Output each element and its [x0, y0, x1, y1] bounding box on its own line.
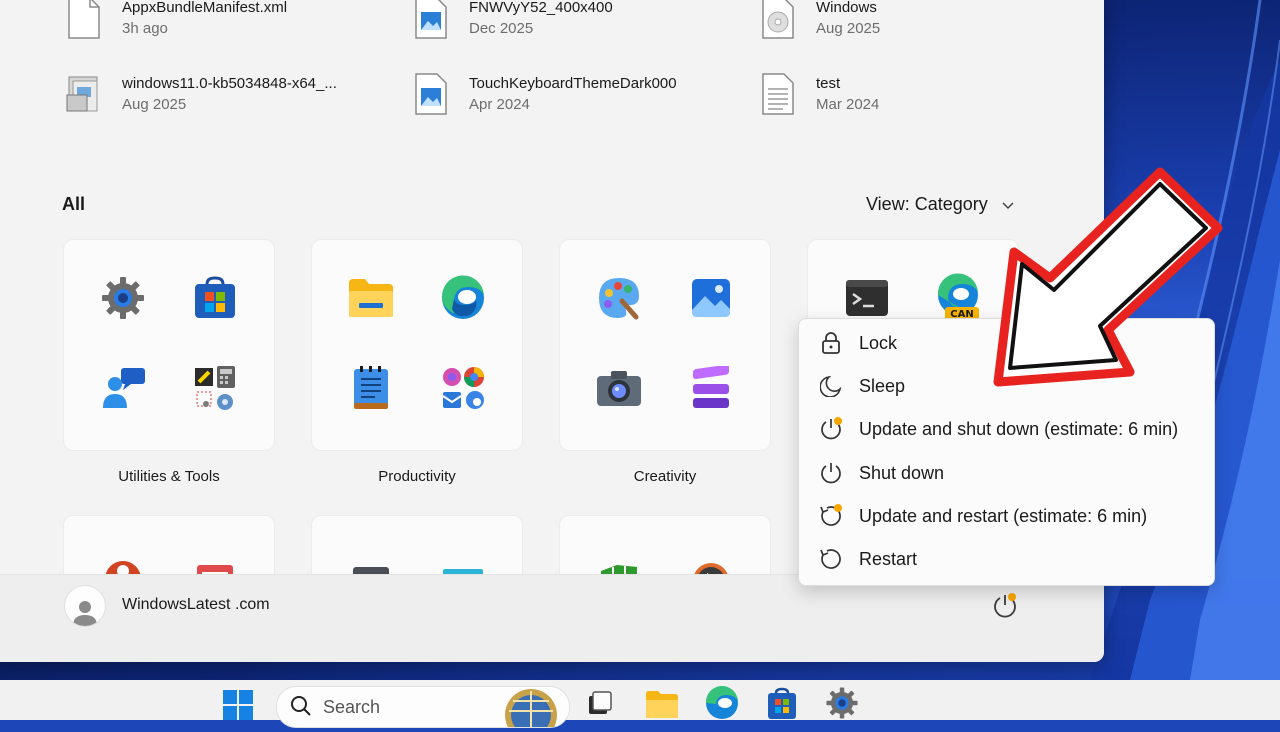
power-option-label: Update and shut down (estimate: 6 min)	[859, 418, 1179, 439]
taskbar: Search	[0, 680, 1280, 732]
clipchamp-icon[interactable]	[685, 362, 737, 414]
category-utilities-tools[interactable]: Utilities & Tools	[63, 239, 275, 485]
file-date: Dec 2025	[469, 20, 534, 37]
view-label: View: Category	[866, 194, 988, 214]
file-date: Mar 2024	[816, 96, 880, 113]
power-update-icon	[817, 415, 845, 443]
file-name: Windows	[816, 0, 877, 16]
lock-icon	[817, 329, 845, 357]
file-explorer-icon[interactable]	[642, 686, 682, 720]
file-name: FNWVyY52_400x400	[469, 0, 613, 16]
microsoft-store-icon[interactable]	[762, 686, 802, 720]
search-icon	[289, 694, 313, 723]
category-label: Productivity	[378, 468, 456, 485]
recent-file-item[interactable]: test Mar 2024	[758, 66, 1078, 122]
terminal-icon[interactable]	[841, 272, 893, 324]
user-name[interactable]: WindowsLatest .com	[122, 596, 270, 614]
document-icon	[64, 0, 104, 40]
category-label: Utilities & Tools	[118, 468, 220, 485]
moon-icon	[817, 372, 845, 400]
power-option-update-restart[interactable]: Update and restart (estimate: 6 min)	[799, 496, 1214, 536]
file-date: Aug 2025	[122, 96, 187, 113]
power-update-icon	[994, 593, 1016, 618]
file-name: test	[816, 75, 841, 92]
recent-file-item[interactable]: FNWVyY52_400x400 Dec 2025	[411, 0, 731, 46]
start-menu-footer: WindowsLatest .com	[0, 574, 1104, 662]
user-avatar[interactable]	[64, 585, 106, 627]
image-file-icon	[411, 0, 451, 40]
image-file-icon	[411, 72, 451, 116]
file-date: Apr 2024	[469, 96, 530, 113]
power-option-label: Sleep	[859, 375, 906, 396]
get-help-icon[interactable]	[97, 362, 149, 414]
power-option-update-shutdown[interactable]: Update and shut down (estimate: 6 min)	[799, 409, 1214, 449]
camera-icon[interactable]	[593, 362, 645, 414]
file-date: 3h ago	[122, 20, 168, 37]
apps-group-icon[interactable]	[437, 362, 489, 414]
photos-icon[interactable]	[685, 272, 737, 324]
file-name: windows11.0-kb5034848-x64_...	[122, 75, 337, 92]
recommended-files: AppxBundleManifest.xml 3h ago FNWVyY52_4…	[0, 0, 1104, 130]
taskbar-search-box[interactable]: Search	[276, 686, 570, 732]
power-option-restart[interactable]: Restart	[799, 539, 1214, 579]
search-highlight-icon	[503, 687, 559, 732]
power-option-shutdown[interactable]: Shut down	[799, 453, 1214, 493]
text-file-icon	[758, 72, 798, 116]
power-button[interactable]	[988, 589, 1022, 623]
task-view-icon[interactable]	[580, 686, 620, 720]
power-option-label: Restart	[859, 548, 918, 569]
restart-update-icon	[817, 502, 845, 530]
category-creativity[interactable]: Creativity	[559, 239, 771, 485]
edge-canary-icon[interactable]: CAN	[933, 272, 985, 324]
settings-gear-icon[interactable]	[822, 686, 862, 720]
recent-file-item[interactable]: TouchKeyboardThemeDark000 Apr 2024	[411, 66, 731, 122]
all-apps-heading: All	[62, 194, 86, 214]
recent-file-item[interactable]: AppxBundleManifest.xml 3h ago	[64, 0, 384, 46]
disc-image-icon	[758, 0, 798, 40]
user-icon	[73, 601, 97, 626]
file-name: AppxBundleManifest.xml	[122, 0, 288, 16]
restart-icon	[817, 545, 845, 573]
edge-browser-icon[interactable]	[702, 686, 742, 720]
paint-icon[interactable]	[593, 272, 645, 324]
start-button[interactable]	[218, 688, 258, 722]
utilities-folder-icon[interactable]	[189, 362, 241, 414]
power-option-label: Update and restart (estimate: 6 min)	[859, 505, 1148, 526]
recent-file-item[interactable]: Windows Aug 2025	[758, 0, 1078, 46]
windows-logo-icon	[223, 690, 253, 720]
recent-file-item[interactable]: windows11.0-kb5034848-x64_... Aug 2025	[64, 66, 384, 122]
power-icon	[817, 459, 845, 487]
category-label: Creativity	[633, 468, 697, 485]
file-explorer-icon[interactable]	[345, 272, 397, 324]
file-date: Aug 2025	[816, 20, 881, 37]
power-option-label: Lock	[859, 332, 898, 353]
edge-browser-icon[interactable]	[437, 272, 489, 324]
notepad-icon[interactable]	[345, 362, 397, 414]
category-productivity[interactable]: Productivity	[311, 239, 523, 485]
installer-package-icon	[64, 72, 104, 116]
power-option-label: Shut down	[859, 462, 945, 483]
settings-gear-icon[interactable]	[97, 272, 149, 324]
annotation-arrow-icon	[993, 167, 1223, 387]
file-name: TouchKeyboardThemeDark000	[469, 75, 677, 92]
microsoft-store-icon[interactable]	[189, 272, 241, 324]
search-placeholder: Search	[323, 697, 381, 717]
